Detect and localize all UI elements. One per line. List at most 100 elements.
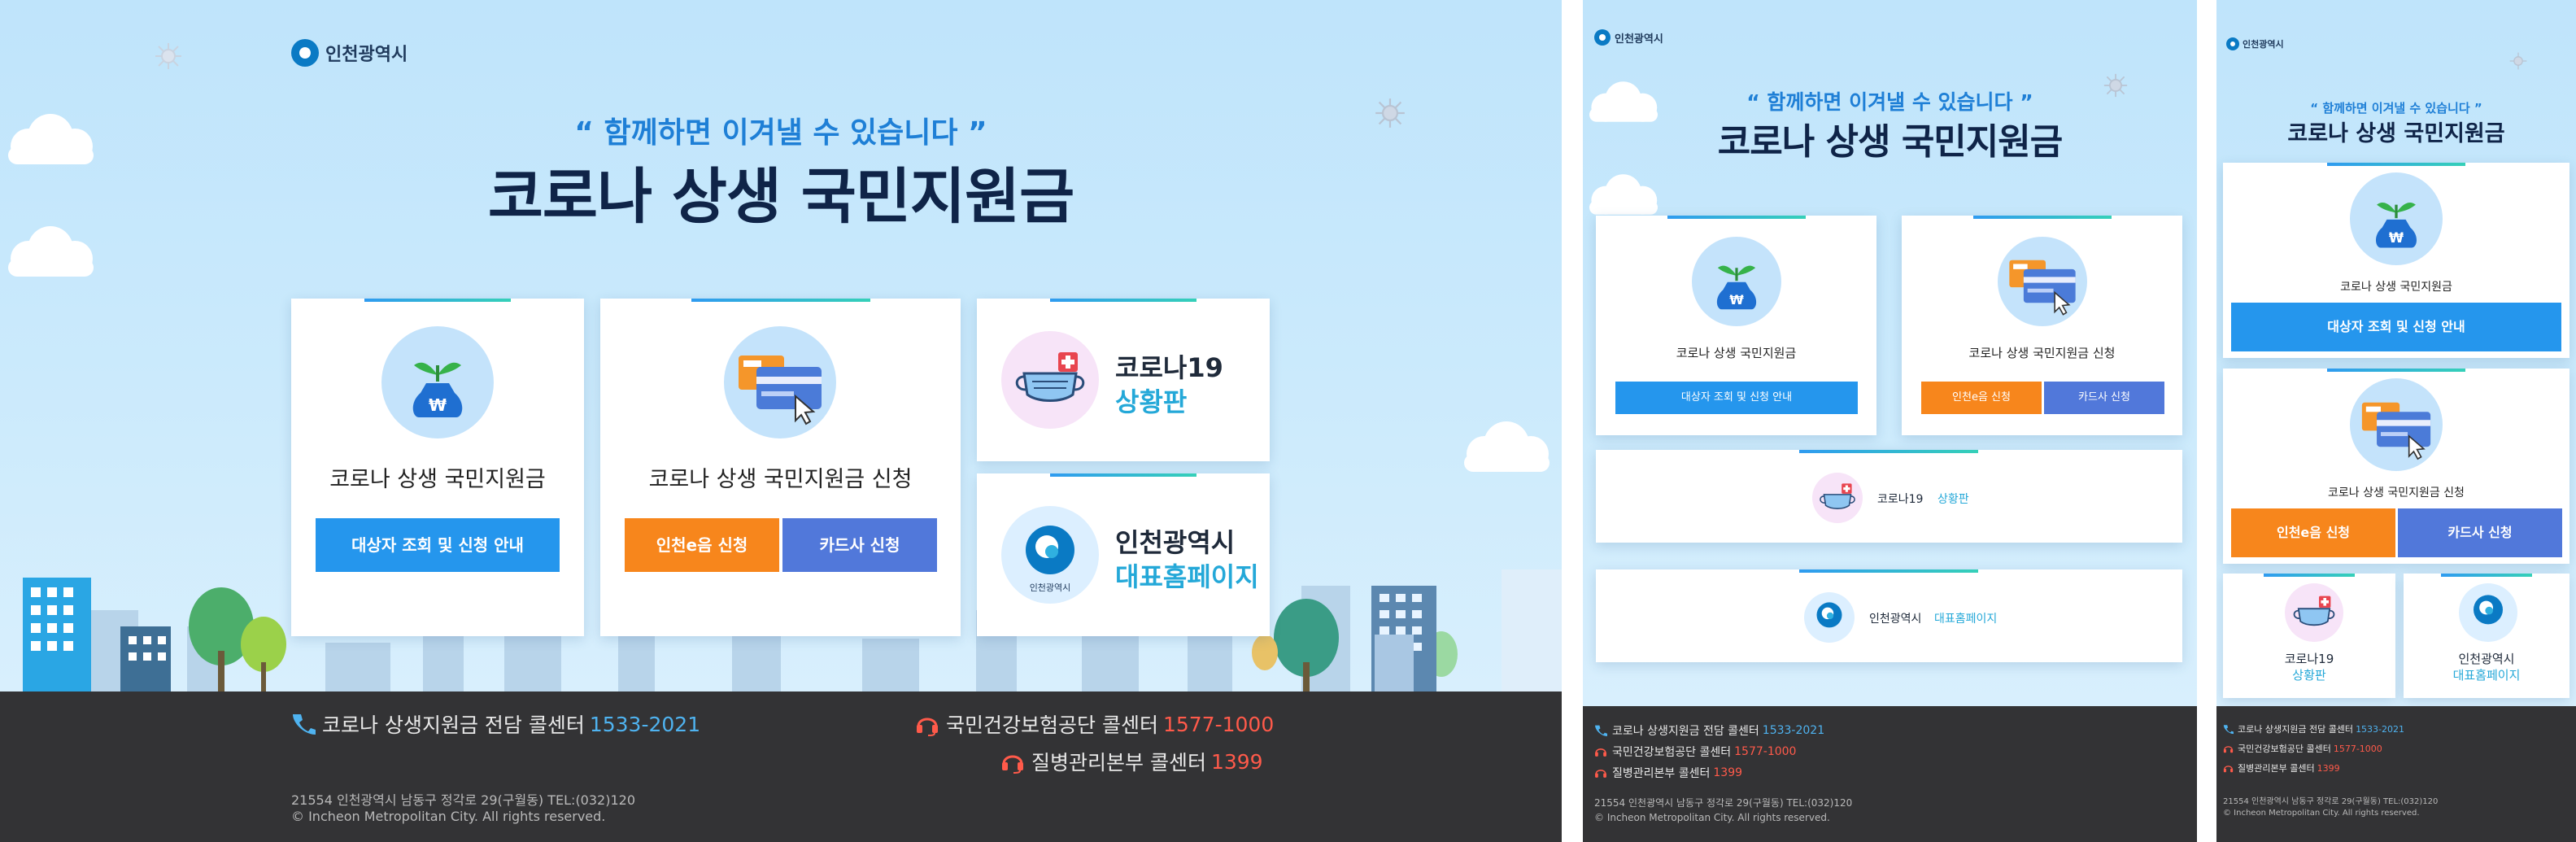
call3-label: 질병관리본부 콜센터 <box>2238 763 2315 774</box>
card-accent <box>1799 450 1978 453</box>
card-cursor-icon <box>2009 260 2076 316</box>
homepage-line1: 인천광역시 <box>1869 613 1922 626</box>
money-bag-sprout-icon: ₩ <box>2375 202 2417 248</box>
call3-number[interactable]: 1399 <box>1211 750 1263 774</box>
card-accent <box>691 299 870 302</box>
headset-icon <box>2223 745 2234 753</box>
homepage-line2: 대표홈페이지 <box>1115 561 1259 592</box>
incheon-logo[interactable]: 인천광역시 <box>1594 29 1663 46</box>
page-title: 코로나 상생 국민지원금 <box>2287 121 2505 146</box>
cloud-icon <box>8 226 94 277</box>
card-accent <box>1667 216 1806 219</box>
slogan: “ 함께하면 이겨낼 수 있습니다 ” <box>574 116 987 150</box>
money-bag-sprout-icon: ₩ <box>1716 265 1757 310</box>
incheon-eum-apply-button[interactable]: 인천e음 신청 <box>625 518 779 572</box>
card-title: 코로나 상생 국민지원금 <box>329 467 546 492</box>
homepage-line1: 인천광역시 <box>2458 652 2515 666</box>
incheon-logo[interactable]: 인천광역시 <box>2226 37 2284 50</box>
icon-circle: 인천광역시 <box>1001 506 1099 604</box>
card-covid-status[interactable]: 코로나19 상황판 <box>977 299 1270 461</box>
mask-icon <box>1015 352 1085 402</box>
call2-number[interactable]: 1577-1000 <box>1163 713 1274 736</box>
call1-number[interactable]: 1533-2021 <box>1763 724 1824 737</box>
support-info-button[interactable]: 대상자 조회 및 신청 안내 <box>316 518 560 572</box>
incheon-logo[interactable]: 인천광역시 <box>291 39 408 67</box>
svg-text:₩: ₩ <box>429 395 447 415</box>
svg-text:₩: ₩ <box>2389 230 2404 246</box>
call2-number[interactable]: 1577-1000 <box>2334 744 2382 754</box>
incheon-eum-apply-button[interactable]: 인천e음 신청 <box>2231 508 2395 557</box>
cloud-icon <box>8 114 94 164</box>
card-accent <box>1050 473 1196 477</box>
status-line1: 코로나19 <box>2284 652 2334 666</box>
incheon-eum-apply-button[interactable]: 인천e음 신청 <box>1921 382 2042 414</box>
status-line2: 상황판 <box>1937 493 1969 506</box>
footer-copyright: © Incheon Metropolitan City. All rights … <box>2223 809 2420 818</box>
headset-icon <box>1595 748 1606 757</box>
homepage-line1: 인천광역시 <box>1115 527 1236 558</box>
footer-call1: 코로나 상생지원금 전담 콜센터 1533-2021 <box>291 709 700 739</box>
support-info-button[interactable]: 대상자 조회 및 신청 안내 <box>1615 382 1858 414</box>
icon-circle <box>1998 237 2087 326</box>
footer-address: 21554 인천광역시 남동구 정각로 29(구월동) TEL:(032)120 <box>1594 797 1853 809</box>
incheon-logo-icon <box>2226 37 2239 50</box>
icon-circle <box>2285 583 2343 642</box>
icon-circle: ₩ <box>2350 172 2443 265</box>
call1-number[interactable]: 1533-2021 <box>590 713 700 736</box>
card-title: 코로나 상생 국민지원금 신청 <box>648 467 913 492</box>
card-title: 코로나 상생 국민지원금 신청 <box>1968 346 2116 360</box>
card-apply: 코로나 상생 국민지원금 신청 인천e음 신청 카드사 신청 <box>2223 369 2569 564</box>
footer-call2: 국민건강보험공단 콜센터 1577-1000 <box>2223 742 2382 755</box>
card-company-apply-button[interactable]: 카드사 신청 <box>2398 508 2562 557</box>
cloud-icon <box>1589 174 1658 215</box>
page-title: 코로나 상생 국민지원금 <box>487 162 1074 232</box>
icon-circle <box>724 326 836 438</box>
card-support-info: ₩ 코로나 상생 국민지원금 대상자 조회 및 신청 안내 <box>291 299 584 636</box>
homepage-line2: 대표홈페이지 <box>2452 668 2521 683</box>
card-cursor-icon <box>2361 402 2431 460</box>
call1-label: 코로나 상생지원금 전담 콜센터 <box>2238 724 2354 735</box>
footer-copyright: © Incheon Metropolitan City. All rights … <box>1594 812 1830 823</box>
card-cursor-icon <box>739 356 822 425</box>
call2-label: 국민건강보험공단 콜센터 <box>946 713 1158 737</box>
card-homepage[interactable]: 인천광역시 인천광역시 대표홈페이지 <box>977 473 1270 636</box>
card-covid-status[interactable]: 코로나19 상황판 <box>2223 574 2395 698</box>
call3-number[interactable]: 1399 <box>2317 763 2340 774</box>
call2-number[interactable]: 1577-1000 <box>1734 745 1796 758</box>
card-homepage[interactable]: 인천광역시 대표홈페이지 <box>1596 569 2182 662</box>
call2-label: 국민건강보험공단 콜센터 <box>2238 744 2331 754</box>
phone-icon <box>2223 724 2234 734</box>
call3-label: 질병관리본부 콜센터 <box>1031 751 1206 774</box>
icon-circle <box>1812 473 1863 523</box>
card-accent <box>1799 569 1978 573</box>
card-accent <box>2264 574 2355 577</box>
headset-icon <box>1002 755 1023 774</box>
card-company-apply-button[interactable]: 카드사 신청 <box>2044 382 2164 414</box>
mask-icon <box>2293 596 2335 626</box>
card-covid-status[interactable]: 코로나19 상황판 <box>1596 450 2182 543</box>
status-line1: 코로나19 <box>1877 493 1924 506</box>
logo-text: 인천광역시 <box>2243 39 2284 50</box>
phone-icon <box>293 714 316 735</box>
card-title: 코로나 상생 국민지원금 <box>2340 281 2452 294</box>
footer-copyright: © Incheon Metropolitan City. All rights … <box>291 809 606 824</box>
support-info-button[interactable]: 대상자 조회 및 신청 안내 <box>2231 303 2561 351</box>
card-apply: 코로나 상생 국민지원금 신청 인천e음 신청 카드사 신청 <box>1902 216 2182 435</box>
call3-number[interactable]: 1399 <box>1713 766 1742 779</box>
call1-number[interactable]: 1533-2021 <box>2356 724 2404 735</box>
icon-circle <box>1001 331 1099 429</box>
call1-label: 코로나 상생지원금 전담 콜센터 <box>1612 725 1759 738</box>
mobile-layout: 인천광역시 #panel-mobile .logo-mark::after{le… <box>2216 0 2576 842</box>
footer: 코로나 상생지원금 전담 콜센터 1533-2021 국민건강보험공단 콜센터 … <box>2216 706 2576 842</box>
logo-text: 인천광역시 <box>1615 33 1663 46</box>
call1-label: 코로나 상생지원금 전담 콜센터 <box>322 713 585 737</box>
card-support-info: ₩ 코로나 상생 국민지원금 대상자 조회 및 신청 안내 <box>1596 216 1876 435</box>
footer: 코로나 상생지원금 전담 콜센터 1533-2021 국민건강보험공단 콜센터 … <box>0 691 1562 842</box>
card-title: 코로나 상생 국민지원금 <box>1676 346 1797 360</box>
call3-label: 질병관리본부 콜센터 <box>1612 767 1711 780</box>
card-accent <box>1050 299 1196 302</box>
slogan: “ 함께하면 이겨낼 수 있습니다 ” <box>1746 90 2033 114</box>
icon-circle: ₩ <box>381 326 494 438</box>
card-company-apply-button[interactable]: 카드사 신청 <box>782 518 937 572</box>
card-homepage[interactable]: 인천광역시 대표홈페이지 <box>2404 574 2569 698</box>
